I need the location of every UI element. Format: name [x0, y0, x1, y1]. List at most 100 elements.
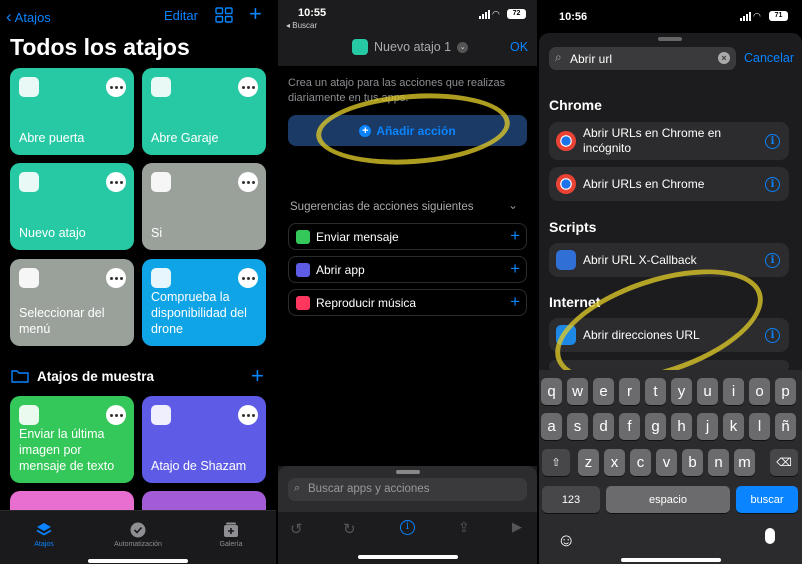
home-indicator: [621, 558, 721, 562]
more-options-icon[interactable]: [106, 77, 126, 97]
key-m[interactable]: m: [734, 449, 755, 476]
shortcut-tile[interactable]: Comprueba la disponibilidad del drone: [142, 259, 266, 346]
key-z[interactable]: z: [578, 449, 599, 476]
share-icon[interactable]: ⇪: [458, 519, 470, 536]
collapse-chevron-icon[interactable]: ⌄: [508, 198, 518, 212]
shift-key[interactable]: ⇧: [542, 449, 570, 476]
tab-label: Automatización: [114, 541, 162, 548]
key-d[interactable]: d: [593, 413, 614, 440]
more-options-icon[interactable]: [106, 172, 126, 192]
tab-atajos[interactable]: Atajos: [4, 521, 84, 548]
shortcut-tile[interactable]: Nuevo atajo: [10, 163, 134, 250]
key-i[interactable]: i: [723, 378, 744, 405]
chevron-down-icon: ⌄: [457, 41, 469, 53]
grid-view-icon[interactable]: [215, 7, 233, 23]
key-v[interactable]: v: [656, 449, 677, 476]
play-icon[interactable]: ▶: [512, 519, 522, 535]
key-f[interactable]: f: [619, 413, 640, 440]
info-icon[interactable]: i: [765, 176, 780, 192]
clear-icon[interactable]: ×: [718, 52, 730, 64]
folder-title: Atajos de muestra: [37, 369, 155, 384]
shortcut-tile[interactable]: Atajo de Shazam: [142, 396, 266, 483]
suggestion-row[interactable]: Reproducir música +: [288, 289, 527, 316]
add-shortcut-button[interactable]: +: [249, 3, 262, 25]
back-to-search-link[interactable]: ◂ Buscar: [286, 21, 317, 30]
key-j[interactable]: j: [697, 413, 718, 440]
shortcut-name-button[interactable]: Nuevo atajo 1 ⌄: [352, 39, 469, 55]
key-c[interactable]: c: [630, 449, 651, 476]
folder-icon: [11, 368, 29, 383]
key-t[interactable]: t: [645, 378, 666, 405]
sheet-grabber[interactable]: [396, 470, 420, 474]
action-label: Abrir URLs en Chrome: [583, 176, 705, 191]
search-key[interactable]: buscar: [736, 486, 798, 513]
key-x[interactable]: x: [604, 449, 625, 476]
cancel-button[interactable]: Cancelar: [744, 51, 794, 65]
key-n[interactable]: n: [708, 449, 729, 476]
numbers-key[interactable]: 123: [542, 486, 600, 513]
key-r[interactable]: r: [619, 378, 640, 405]
key-b[interactable]: b: [682, 449, 703, 476]
key-u[interactable]: u: [697, 378, 718, 405]
info-icon[interactable]: i: [400, 520, 415, 535]
key-a[interactable]: a: [541, 413, 562, 440]
shortcut-tile[interactable]: Abre puerta: [10, 68, 134, 155]
info-icon[interactable]: i: [765, 133, 780, 149]
action-result-row[interactable]: Abrir URLs en Chrome i: [549, 167, 789, 201]
more-options-icon[interactable]: [238, 268, 258, 288]
add-icon[interactable]: +: [510, 292, 520, 312]
suggestion-row[interactable]: Enviar mensaje +: [288, 223, 527, 250]
action-result-row[interactable]: Abrir URL X-Callback i: [549, 243, 789, 277]
key-q[interactable]: q: [541, 378, 562, 405]
more-options-icon[interactable]: [238, 405, 258, 425]
add-folder-shortcut-button[interactable]: +: [251, 363, 264, 389]
more-options-icon[interactable]: [106, 405, 126, 425]
emoji-icon[interactable]: ☺: [557, 530, 575, 551]
redo-icon[interactable]: ↻: [343, 520, 356, 538]
tab-automatizacion[interactable]: Automatización: [98, 521, 178, 548]
action-search-input[interactable]: ⌕ Buscar apps y acciones: [288, 478, 527, 501]
action-search-input[interactable]: ⌕ Abrir url ×: [549, 47, 736, 70]
space-key[interactable]: espacio: [606, 486, 730, 513]
undo-icon[interactable]: ↺: [290, 520, 303, 538]
tab-label: Galería: [219, 541, 243, 548]
key-e[interactable]: e: [593, 378, 614, 405]
key-w[interactable]: w: [567, 378, 588, 405]
suggestion-row[interactable]: Abrir app +: [288, 256, 527, 283]
key-k[interactable]: k: [723, 413, 744, 440]
key-ñ[interactable]: ñ: [775, 413, 796, 440]
back-button[interactable]: ‹ Atajos: [6, 7, 51, 27]
add-icon[interactable]: +: [510, 226, 520, 246]
shortcut-tile-label: Nuevo atajo: [19, 226, 86, 240]
key-p[interactable]: p: [775, 378, 796, 405]
more-options-icon[interactable]: [106, 268, 126, 288]
key-o[interactable]: o: [749, 378, 770, 405]
shortcut-tile[interactable]: Seleccionar del menú: [10, 259, 134, 346]
delete-key[interactable]: ⌫: [770, 449, 798, 476]
info-icon[interactable]: i: [765, 327, 780, 343]
key-l[interactable]: l: [749, 413, 770, 440]
add-icon[interactable]: +: [510, 259, 520, 279]
more-options-icon[interactable]: [238, 77, 258, 97]
info-icon[interactable]: i: [765, 252, 780, 268]
status-time: 10:55: [298, 7, 327, 19]
shortcut-tile[interactable]: Abre Garaje: [142, 68, 266, 155]
shortcut-tile[interactable]: Enviar la última imagen por mensaje de t…: [10, 396, 134, 483]
shortcut-name: Nuevo atajo 1: [374, 40, 452, 54]
shortcut-tile[interactable]: Si: [142, 163, 266, 250]
more-options-icon[interactable]: [238, 172, 258, 192]
wifi-icon: ◠: [753, 11, 761, 21]
sheet-grabber[interactable]: [658, 37, 682, 41]
action-result-row[interactable]: Abrir URLs en Chrome en incógnito i: [549, 122, 789, 160]
key-h[interactable]: h: [671, 413, 692, 440]
microphone-icon[interactable]: [765, 528, 775, 544]
edit-button[interactable]: Editar: [164, 8, 198, 23]
key-s[interactable]: s: [567, 413, 588, 440]
back-label: Atajos: [14, 9, 51, 25]
suggestion-app-icon: [296, 230, 310, 244]
shortcut-tile-label: Comprueba la disponibilidad del drone: [151, 290, 247, 336]
tab-galeria[interactable]: Galería: [191, 521, 271, 548]
ok-button[interactable]: OK: [510, 40, 528, 54]
key-y[interactable]: y: [671, 378, 692, 405]
key-g[interactable]: g: [645, 413, 666, 440]
